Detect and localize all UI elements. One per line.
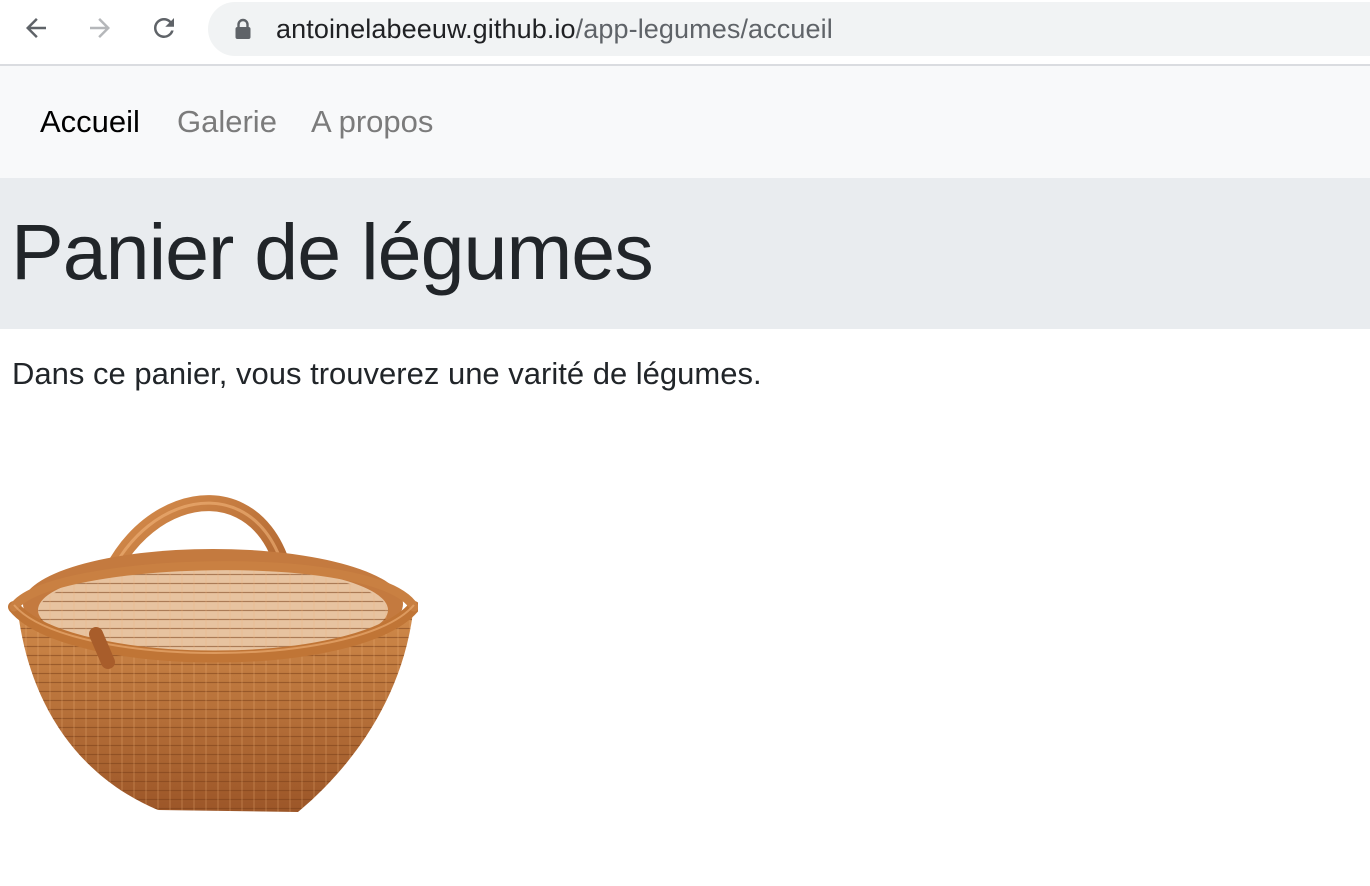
address-bar[interactable]: antoinelabeeuw.github.io/app-legumes/acc… — [208, 2, 1370, 56]
basket-image — [8, 495, 418, 812]
navbar: Accueil Galerie A propos — [0, 66, 1370, 178]
jumbotron: Panier de légumes — [0, 178, 1370, 329]
lock-icon — [235, 18, 251, 39]
forward-button[interactable] — [82, 10, 118, 46]
nav-link-galerie[interactable]: Galerie — [177, 104, 277, 140]
page-title: Panier de légumes — [11, 207, 654, 296]
reload-icon — [153, 17, 174, 38]
nav-link-a-propos[interactable]: A propos — [311, 104, 433, 140]
back-arrow-icon — [26, 18, 46, 38]
url-path: /app-legumes/accueil — [575, 14, 833, 44]
reload-button[interactable] — [146, 10, 182, 46]
forward-arrow-icon — [90, 18, 110, 38]
url-text: antoinelabeeuw.github.io/app-legumes/acc… — [276, 14, 833, 45]
page-description: Dans ce panier, vous trouverez une varit… — [12, 356, 762, 391]
back-button[interactable] — [18, 10, 54, 46]
nav-link-accueil[interactable]: Accueil — [40, 104, 140, 140]
url-host: antoinelabeeuw.github.io — [276, 14, 576, 44]
browser-toolbar: antoinelabeeuw.github.io/app-legumes/acc… — [0, 0, 1370, 66]
